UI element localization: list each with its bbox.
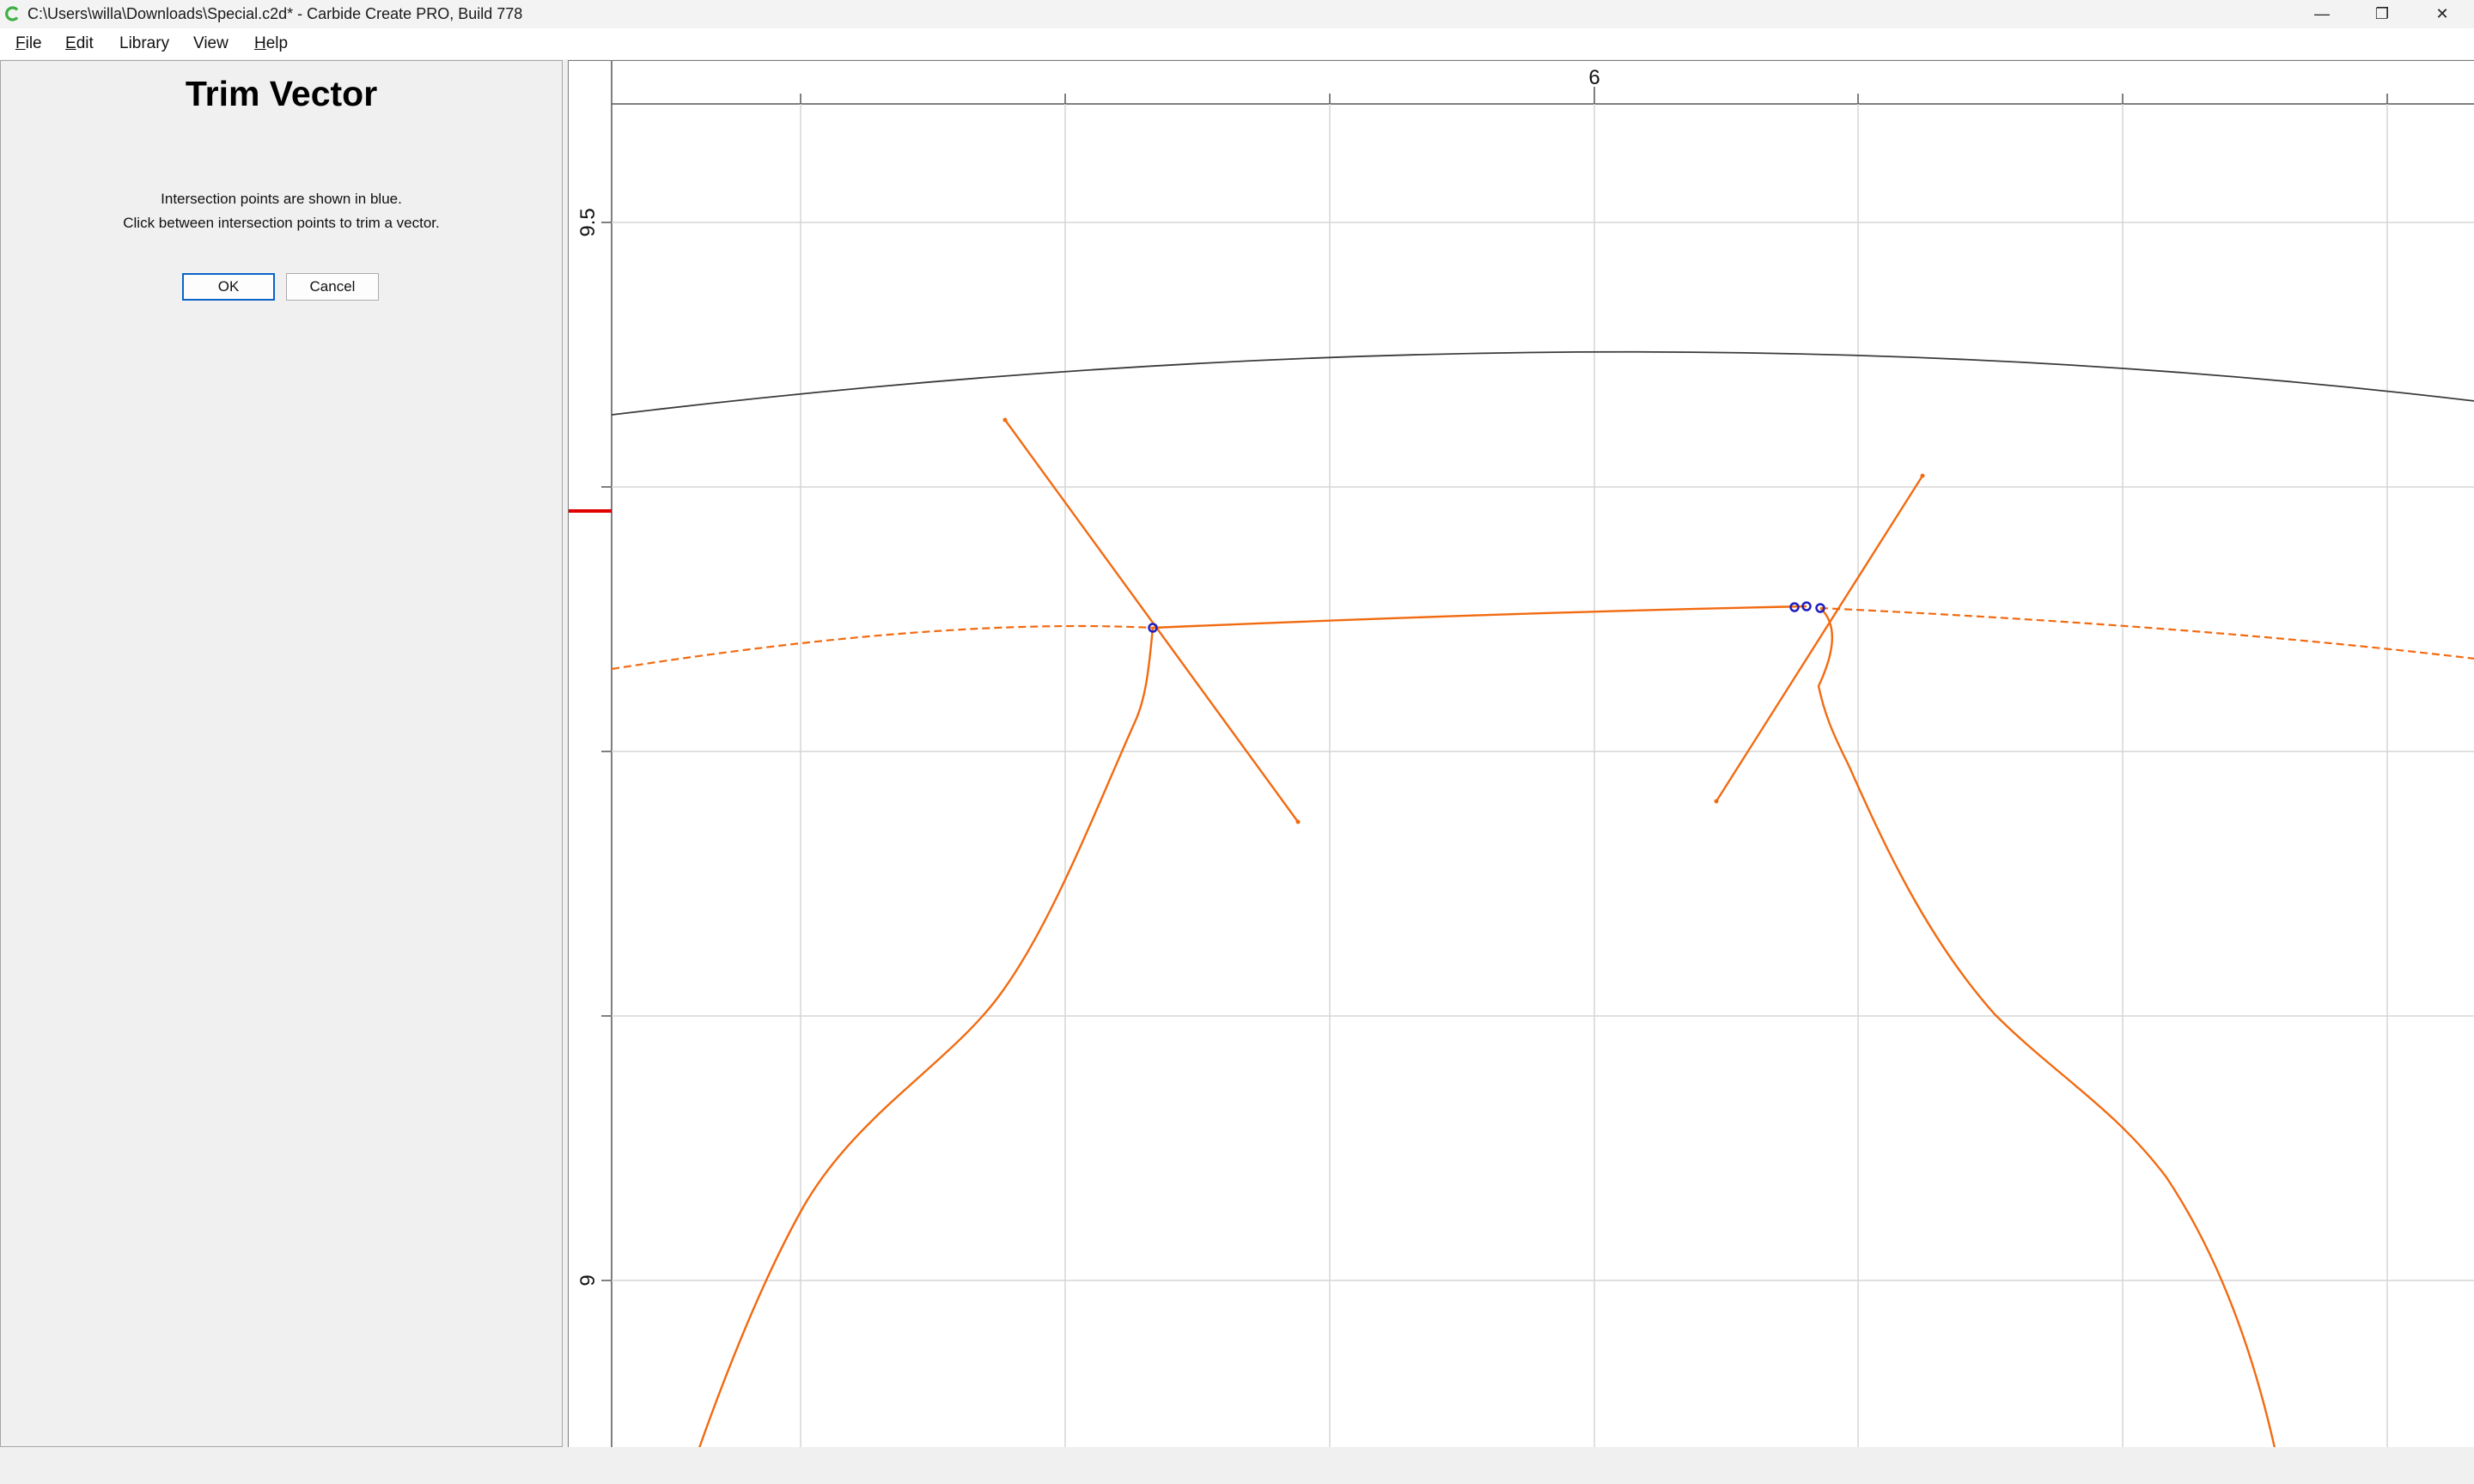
menu-file-label: ile xyxy=(25,34,42,52)
window-title: C:\Users\willa\Downloads\Special.c2d* - … xyxy=(27,5,523,22)
menu-help-label: elp xyxy=(265,34,289,52)
carbide-c-icon xyxy=(5,6,19,21)
close-button[interactable]: ✕ xyxy=(2412,0,2472,28)
ruler-y-label-bottom: 9 xyxy=(576,1274,600,1286)
status-bar xyxy=(0,1447,2474,1484)
horizontal-ruler xyxy=(569,61,2474,104)
menu-edit-label: dit xyxy=(76,34,94,52)
intersection-points[interactable] xyxy=(1148,601,1825,633)
menu-bar: File Edit Library View Help xyxy=(0,28,2474,59)
menu-view[interactable]: View xyxy=(193,34,229,53)
reference-arc[interactable] xyxy=(611,350,2474,416)
menu-file[interactable]: File xyxy=(15,34,42,53)
dashed-arc-left[interactable] xyxy=(611,624,1154,671)
maximize-button[interactable]: ❐ xyxy=(2352,0,2412,28)
menu-edit[interactable]: Edit xyxy=(65,34,94,53)
right-curve[interactable] xyxy=(1817,607,2276,1448)
grid xyxy=(612,104,2474,1448)
menu-help-mnemonic: H xyxy=(254,34,266,52)
restore-icon: ❐ xyxy=(2374,5,2390,22)
menu-help[interactable]: Help xyxy=(254,34,288,53)
menu-edit-mnemonic: E xyxy=(65,34,76,52)
cross-line-left[interactable] xyxy=(1004,419,1299,823)
title-bar: C:\Users\willa\Downloads\Special.c2d* - … xyxy=(0,0,2474,28)
menu-file-mnemonic: F xyxy=(15,34,26,52)
minimize-icon: — xyxy=(2314,5,2330,22)
menu-library[interactable]: Library xyxy=(119,34,169,53)
cancel-button[interactable]: Cancel xyxy=(286,273,379,301)
ruler-y-label-top: 9.5 xyxy=(576,208,600,236)
ruler-ticks xyxy=(601,87,2388,1281)
dashed-arc-right[interactable] xyxy=(1819,606,2474,660)
instruction-line-1: Intersection points are shown in blue. xyxy=(161,191,402,207)
ok-button[interactable]: OK xyxy=(182,273,275,301)
solid-arc-segment[interactable] xyxy=(1152,605,1807,629)
trim-vector-panel xyxy=(0,60,563,1447)
cross-line-right[interactable] xyxy=(1715,475,1924,802)
instruction-line-2: Click between intersection points to tri… xyxy=(123,215,440,231)
panel-title: Trim Vector xyxy=(185,74,378,113)
menu-view-label: View xyxy=(193,34,229,52)
design-canvas[interactable]: 6 9.5 9 xyxy=(568,60,2474,1448)
menu-library-label: Library xyxy=(119,34,170,52)
close-icon: ✕ xyxy=(2435,5,2449,22)
canvas-drawing: 6 9.5 9 xyxy=(569,61,2474,1448)
minimize-button[interactable]: — xyxy=(2292,0,2352,28)
vector-endpoints xyxy=(1002,417,1925,824)
vertical-ruler xyxy=(569,61,612,1448)
ruler-x-label: 6 xyxy=(1588,66,1600,89)
